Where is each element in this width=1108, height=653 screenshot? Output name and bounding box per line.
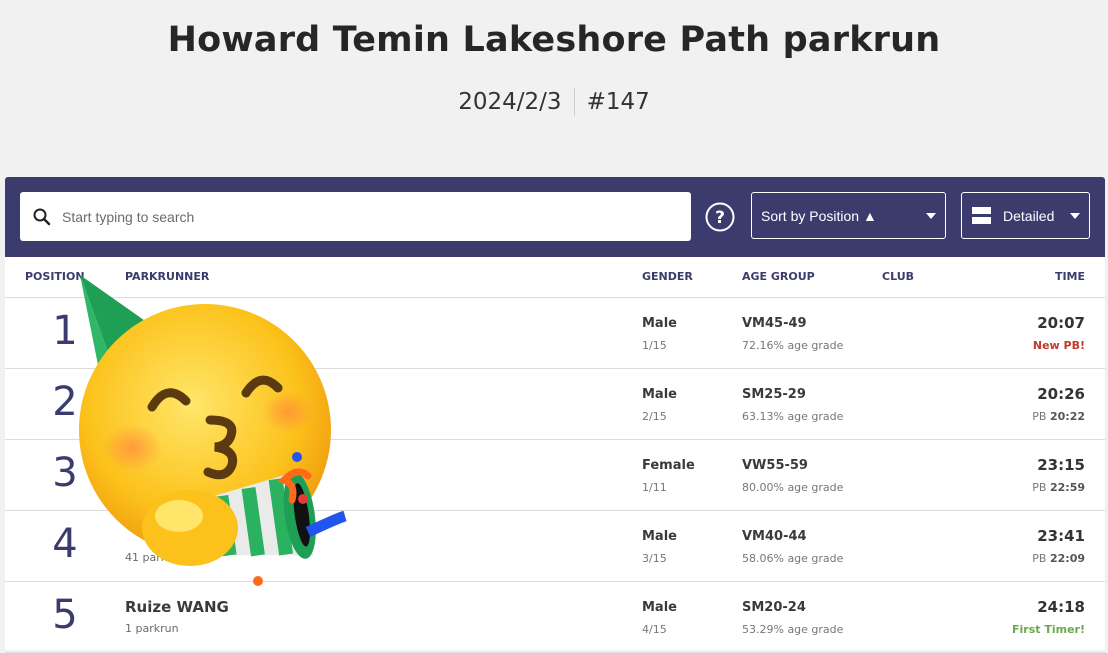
sort-select[interactable]: Sort by Position ▲: [751, 192, 946, 239]
gender: Female: [642, 458, 695, 473]
runner-run-count: 1 parkrun: [125, 622, 179, 635]
gender-position: 1/11: [642, 481, 667, 494]
pb-prefix: PB: [1032, 410, 1047, 423]
column-header-time[interactable]: TIME: [1055, 270, 1085, 283]
pb-time: 20:22: [1049, 410, 1085, 423]
chevron-down-icon: [926, 213, 936, 219]
age-grade: 58.06% age grade: [742, 552, 844, 565]
table-row[interactable]: 5 Ruize WANG 1 parkrun Male 4/15 SM20-24 53.29…: [5, 582, 1105, 653]
gender-position: 1/15: [642, 339, 667, 352]
gender-position: 4/15: [642, 623, 667, 636]
age-group: SM25-29: [742, 387, 806, 402]
pb-time: 22:59: [1049, 481, 1085, 494]
personal-best: PB 20:22: [1032, 410, 1085, 423]
event-number: #147: [586, 89, 650, 115]
chevron-down-icon: [1070, 213, 1080, 219]
party-face-emoji: [79, 275, 347, 586]
event-date: 2024/2/3: [458, 89, 562, 115]
age-grade: 53.29% age grade: [742, 623, 844, 636]
runner-name[interactable]: Ruize WANG: [125, 598, 229, 616]
results-toolbar: ? Sort by Position ▲ Detailed: [5, 177, 1105, 257]
sort-select-label: Sort by Position ▲: [761, 207, 877, 224]
age-grade: 80.00% age grade: [742, 481, 844, 494]
age-group: VM45-49: [742, 316, 807, 331]
pb-prefix: PB: [1032, 481, 1047, 494]
gender: Male: [642, 316, 677, 331]
gender: Male: [642, 387, 677, 402]
age-group: SM20-24: [742, 600, 806, 615]
finish-time: 24:18: [1037, 598, 1085, 616]
column-header-age-group[interactable]: AGE GROUP: [742, 270, 815, 283]
age-group: VM40-44: [742, 529, 807, 544]
column-header-gender[interactable]: GENDER: [642, 270, 693, 283]
personal-best: PB 22:09: [1032, 552, 1085, 565]
gender-position: 3/15: [642, 552, 667, 565]
detailed-view-icon: [972, 207, 991, 224]
search-icon: [33, 208, 51, 225]
search-box[interactable]: [20, 192, 691, 241]
pb-time: 22:09: [1049, 552, 1085, 565]
position-number: 5: [52, 592, 78, 638]
finish-time: 20:07: [1037, 314, 1085, 332]
divider: [573, 88, 575, 116]
gender-position: 2/15: [642, 410, 667, 423]
first-timer-badge: First Timer!: [1012, 623, 1085, 636]
personal-best: PB 22:59: [1032, 481, 1085, 494]
new-pb-badge: New PB!: [1032, 339, 1085, 352]
finish-time: 20:26: [1037, 385, 1085, 403]
view-select[interactable]: Detailed: [961, 192, 1090, 239]
pb-prefix: PB: [1032, 552, 1047, 565]
event-subtitle: 2024/2/3 #147: [0, 88, 1108, 116]
page-title: Howard Temin Lakeshore Path parkrun: [167, 20, 941, 60]
gender: Male: [642, 600, 677, 615]
help-icon[interactable]: ?: [705, 202, 735, 232]
age-group: VW55-59: [742, 458, 808, 473]
finish-time: 23:15: [1037, 456, 1085, 474]
age-grade: 72.16% age grade: [742, 339, 844, 352]
age-grade: 63.13% age grade: [742, 410, 844, 423]
column-header-club[interactable]: CLUB: [882, 270, 914, 283]
gender: Male: [642, 529, 677, 544]
search-input[interactable]: [60, 207, 664, 226]
view-select-label: Detailed: [1003, 207, 1055, 224]
svg-text:?: ?: [715, 208, 725, 228]
finish-time: 23:41: [1037, 527, 1085, 545]
